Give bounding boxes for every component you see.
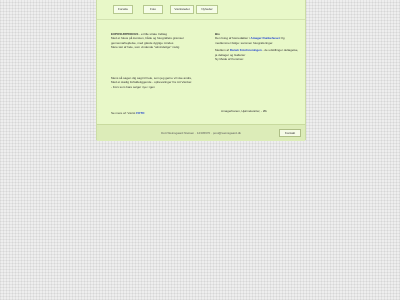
bio-paragraph-2-tail: Ny Møde af Kunstner. bbox=[215, 57, 245, 62]
nav-button-forside[interactable]: Forside bbox=[113, 5, 133, 14]
nav-button-nyheder[interactable]: Nyheder bbox=[196, 5, 218, 14]
amager-link[interactable]: Amager Dunkehuset bbox=[251, 36, 280, 40]
bio-paragraph-1: Den fotog af fotoredakter i Amager Dunke… bbox=[215, 36, 299, 45]
intro-heading-rest: - et lille strate Indlæg bbox=[139, 32, 168, 36]
intro-heading: EXPOSURPROCES bbox=[111, 32, 139, 36]
signoff-text: Amagerbanen, Hjørnekvarter, - Øk bbox=[221, 109, 267, 113]
see-more-line: Se mere af: Værst FOTO bbox=[111, 111, 203, 115]
see-more-prefix: Se mere af: Værst bbox=[111, 111, 136, 115]
nav-button-foto[interactable]: Foto bbox=[143, 5, 163, 14]
intro-line: Mere tæt af hele, som vindende "almindel… bbox=[111, 45, 180, 50]
bio-section: Bio Den fotog af fotoredakter i Amager D… bbox=[215, 32, 299, 61]
main-content: EXPOSURPROCES - et lille strate Indlæg M… bbox=[97, 20, 305, 124]
quote-line: - Fors som bare selger nye i igen bbox=[111, 84, 155, 89]
footer: Dott Weinsgaard Nielsen · 12345670 · pos… bbox=[97, 124, 305, 141]
foto-link[interactable]: FOTO bbox=[136, 111, 144, 115]
quote-section: Mens så sagen dig sagt til hele, som jeg… bbox=[111, 76, 203, 89]
top-navigation: Forside Foto Værkstedet Nyheder bbox=[97, 0, 305, 20]
fotoforening-link[interactable]: Dansk Fotoforeningen bbox=[230, 48, 262, 52]
footer-contact-text: Dott Weinsgaard Nielsen · 12345670 · pos… bbox=[161, 131, 241, 135]
contact-button[interactable]: Kontakt bbox=[279, 129, 301, 137]
bio-paragraph-2: Medlem af Dansk Fotoforeningen - de udst… bbox=[215, 48, 299, 57]
bio-p1-prefix: Den fotog af fotoredakter i bbox=[215, 36, 250, 41]
bio-p2-prefix: Medlem af bbox=[215, 48, 230, 53]
intro-section: EXPOSURPROCES - et lille strate Indlæg M… bbox=[111, 32, 203, 50]
nav-button-vaerkstedet[interactable]: Værkstedet bbox=[170, 5, 194, 14]
page-container: Forside Foto Værkstedet Nyheder EXPOSURP… bbox=[96, 0, 306, 141]
